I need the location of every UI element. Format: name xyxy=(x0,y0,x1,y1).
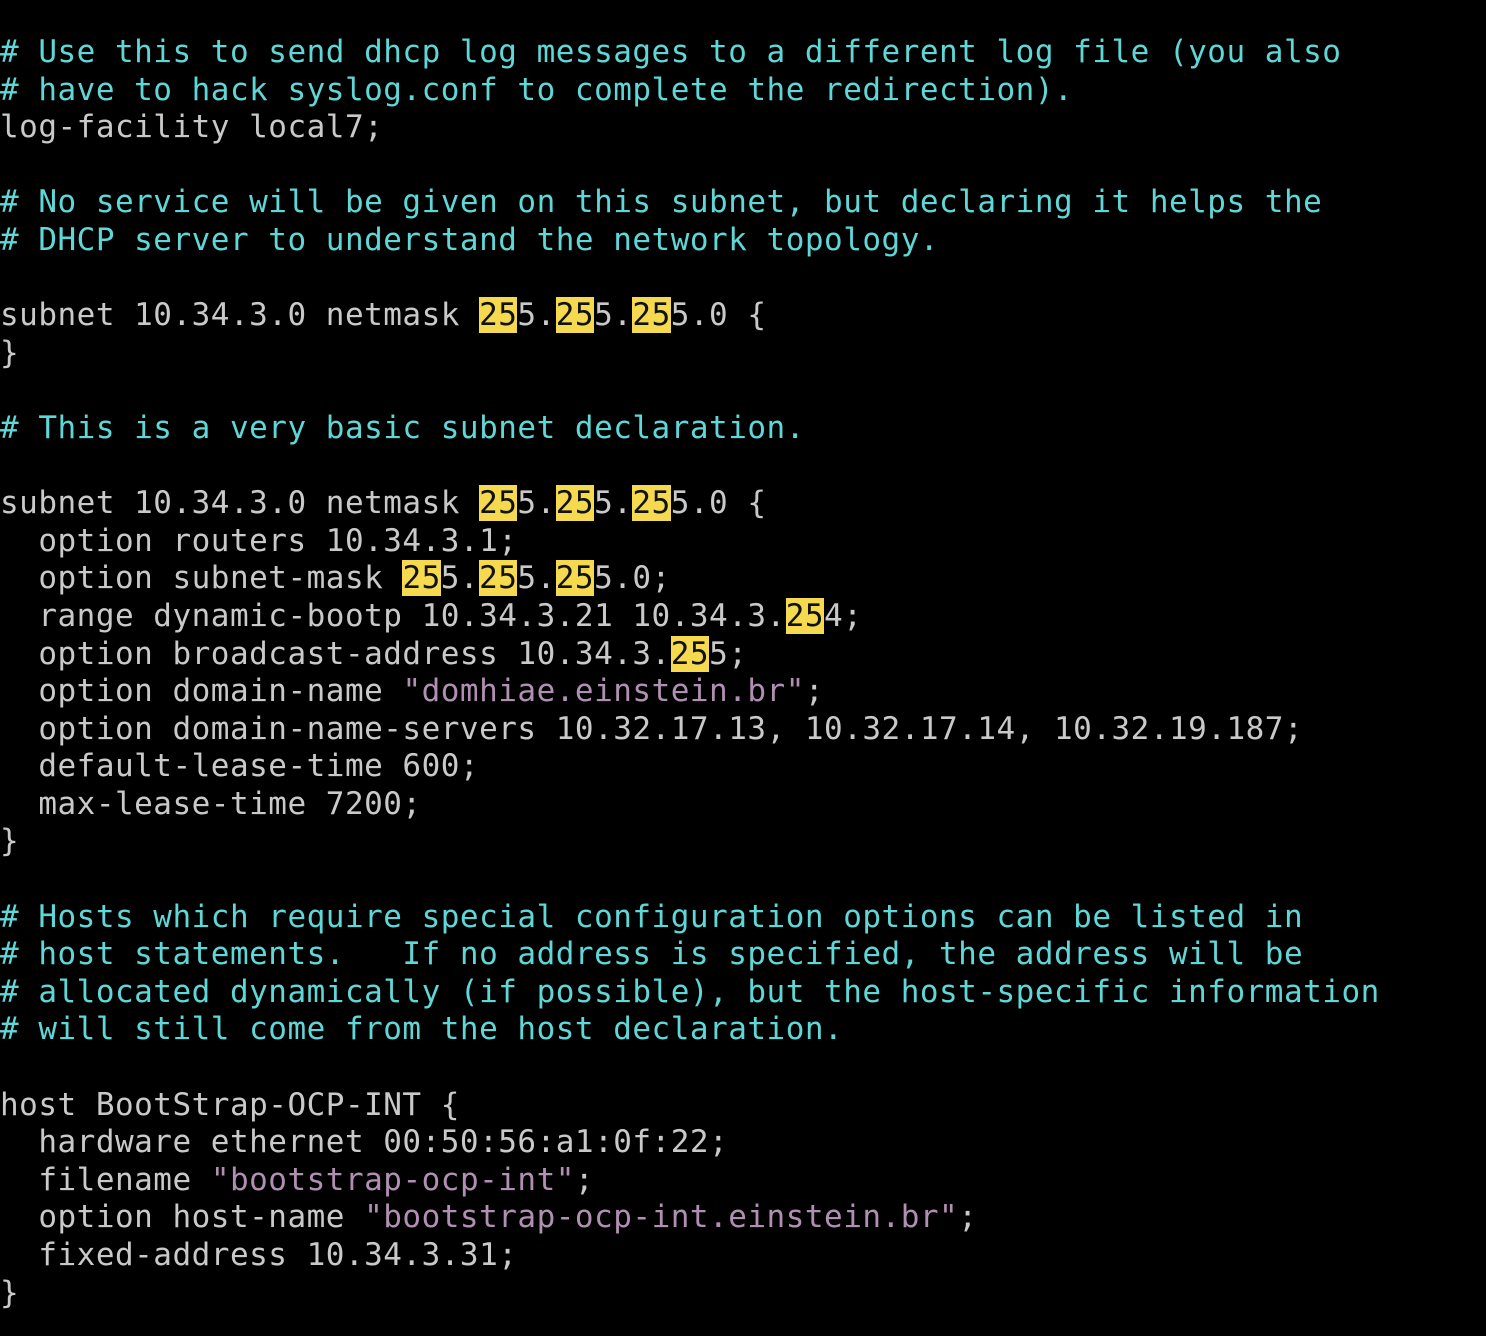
string-literal: "bootstrap-ocp-int.einstein.br" xyxy=(364,1199,959,1236)
code-text: option routers 10.34.3.1; xyxy=(0,522,518,559)
blank-line[interactable] xyxy=(0,147,1486,185)
code-text: ; xyxy=(804,673,825,710)
search-highlight-match: 25 xyxy=(479,485,518,522)
search-highlight-match: 25 xyxy=(479,297,518,334)
comment-text: # This is a very basic subnet declaratio… xyxy=(0,409,805,446)
editor-line[interactable]: # No service will be given on this subne… xyxy=(0,184,1486,222)
editor-line[interactable]: # Hosts which require special configurat… xyxy=(0,899,1486,937)
code-text: max-lease-time 7200; xyxy=(0,785,422,822)
code-text: ; xyxy=(574,1161,595,1198)
code-text: log-facility local7; xyxy=(0,109,384,146)
editor-line[interactable]: # have to hack syslog.conf to complete t… xyxy=(0,72,1486,110)
code-text: filename xyxy=(0,1161,211,1198)
blank-line[interactable] xyxy=(0,260,1486,298)
code-text: option domain-name-servers 10.32.17.13, … xyxy=(0,710,1304,747)
terminal-editor-view[interactable]: # Use this to send dhcp log messages to … xyxy=(0,0,1486,1336)
search-highlight-match: 25 xyxy=(632,485,671,522)
blank-line[interactable] xyxy=(0,861,1486,899)
search-highlight-match: 25 xyxy=(555,297,595,334)
editor-line[interactable]: # will still come from the host declarat… xyxy=(0,1011,1486,1049)
blank-line[interactable] xyxy=(0,1049,1486,1087)
code-text: } xyxy=(0,334,20,371)
editor-line[interactable]: log-facility local7; xyxy=(0,109,1486,147)
code-text: option broadcast-address 10.34.3. xyxy=(0,635,671,672)
editor-line[interactable]: option domain-name "domhiae.einstein.br"… xyxy=(0,673,1486,711)
comment-text: # allocated dynamically (if possible), b… xyxy=(0,973,1380,1010)
code-text: range dynamic-bootp 10.34.3.21 10.34.3. xyxy=(0,597,786,634)
editor-line[interactable]: option broadcast-address 10.34.3.255; xyxy=(0,635,1486,674)
editor-line[interactable]: # host statements. If no address is spec… xyxy=(0,936,1486,974)
code-text: 5.0 { xyxy=(670,485,767,522)
code-text: option subnet-mask xyxy=(0,560,403,597)
editor-line[interactable]: # Use this to send dhcp log messages to … xyxy=(0,34,1486,72)
editor-line[interactable]: range dynamic-bootp 10.34.3.21 10.34.3.2… xyxy=(0,597,1486,636)
blank-line[interactable] xyxy=(0,372,1486,410)
string-literal: "domhiae.einstein.br" xyxy=(402,673,805,710)
search-highlight-match: 25 xyxy=(555,560,595,597)
blank-line[interactable] xyxy=(0,448,1486,486)
search-highlight-match: 25 xyxy=(402,560,441,597)
search-highlight-match: 25 xyxy=(555,485,595,522)
code-text: 5. xyxy=(517,485,556,522)
editor-line[interactable]: subnet 10.34.3.0 netmask 255.255.255.0 { xyxy=(0,485,1486,523)
editor-line[interactable]: # allocated dynamically (if possible), b… xyxy=(0,974,1486,1012)
search-highlight-match: 25 xyxy=(479,560,518,597)
code-text: } xyxy=(0,823,20,860)
comment-text: # DHCP server to understand the network … xyxy=(0,221,940,258)
code-text: 5. xyxy=(594,297,633,334)
comment-text: # have to hack syslog.conf to complete t… xyxy=(0,71,1074,108)
editor-line[interactable]: option routers 10.34.3.1; xyxy=(0,523,1486,561)
code-text: option host-name xyxy=(0,1199,365,1236)
comment-text: # will still come from the host declarat… xyxy=(0,1011,844,1048)
code-text: hardware ethernet 00:50:56:a1:0f:22; xyxy=(0,1124,729,1161)
editor-line[interactable]: subnet 10.34.3.0 netmask 255.255.255.0 { xyxy=(0,297,1486,335)
code-text: 5.0; xyxy=(594,560,671,597)
string-literal: "bootstrap-ocp-int" xyxy=(210,1161,575,1198)
editor-line[interactable]: } xyxy=(0,1275,1486,1313)
editor-line[interactable]: option host-name "bootstrap-ocp-int.eins… xyxy=(0,1199,1486,1237)
code-text: 5. xyxy=(594,485,633,522)
code-text: 5. xyxy=(517,297,556,334)
search-highlight-match: 25 xyxy=(670,635,710,672)
code-text: 5; xyxy=(709,635,748,672)
search-highlight-match: 25 xyxy=(785,597,825,634)
editor-line[interactable]: option domain-name-servers 10.32.17.13, … xyxy=(0,711,1486,749)
editor-line[interactable]: option subnet-mask 255.255.255.0; xyxy=(0,560,1486,598)
code-text: subnet 10.34.3.0 netmask xyxy=(0,485,480,522)
comment-text: # host statements. If no address is spec… xyxy=(0,936,1304,973)
editor-line[interactable]: # DHCP server to understand the network … xyxy=(0,222,1486,260)
editor-line[interactable]: max-lease-time 7200; xyxy=(0,786,1486,824)
comment-text: # Hosts which require special configurat… xyxy=(0,898,1304,935)
code-text: 5. xyxy=(440,560,480,597)
code-text: 4; xyxy=(824,597,863,634)
comment-text: # No service will be given on this subne… xyxy=(0,184,1323,221)
code-text: host BootStrap-OCP-INT { xyxy=(0,1086,460,1123)
editor-line[interactable]: default-lease-time 600; xyxy=(0,748,1486,786)
editor-line[interactable]: filename "bootstrap-ocp-int"; xyxy=(0,1162,1486,1200)
code-text: default-lease-time 600; xyxy=(0,748,480,785)
code-text: 5. xyxy=(517,560,556,597)
code-text: 5.0 { xyxy=(670,297,767,334)
editor-line[interactable]: hardware ethernet 00:50:56:a1:0f:22; xyxy=(0,1124,1486,1162)
code-text: option domain-name xyxy=(0,673,403,710)
search-highlight-match: 25 xyxy=(632,297,671,334)
editor-line[interactable]: fixed-address 10.34.3.31; xyxy=(0,1237,1486,1275)
editor-line[interactable]: host BootStrap-OCP-INT { xyxy=(0,1087,1486,1125)
code-text: ; xyxy=(958,1199,978,1236)
code-text: subnet 10.34.3.0 netmask xyxy=(0,297,480,334)
editor-line[interactable]: } xyxy=(0,335,1486,373)
code-text: fixed-address 10.34.3.31; xyxy=(0,1237,518,1273)
comment-text: # Use this to send dhcp log messages to … xyxy=(0,34,1342,70)
editor-line[interactable]: } xyxy=(0,823,1486,861)
code-text: } xyxy=(0,1274,20,1311)
editor-line[interactable]: # This is a very basic subnet declaratio… xyxy=(0,410,1486,448)
